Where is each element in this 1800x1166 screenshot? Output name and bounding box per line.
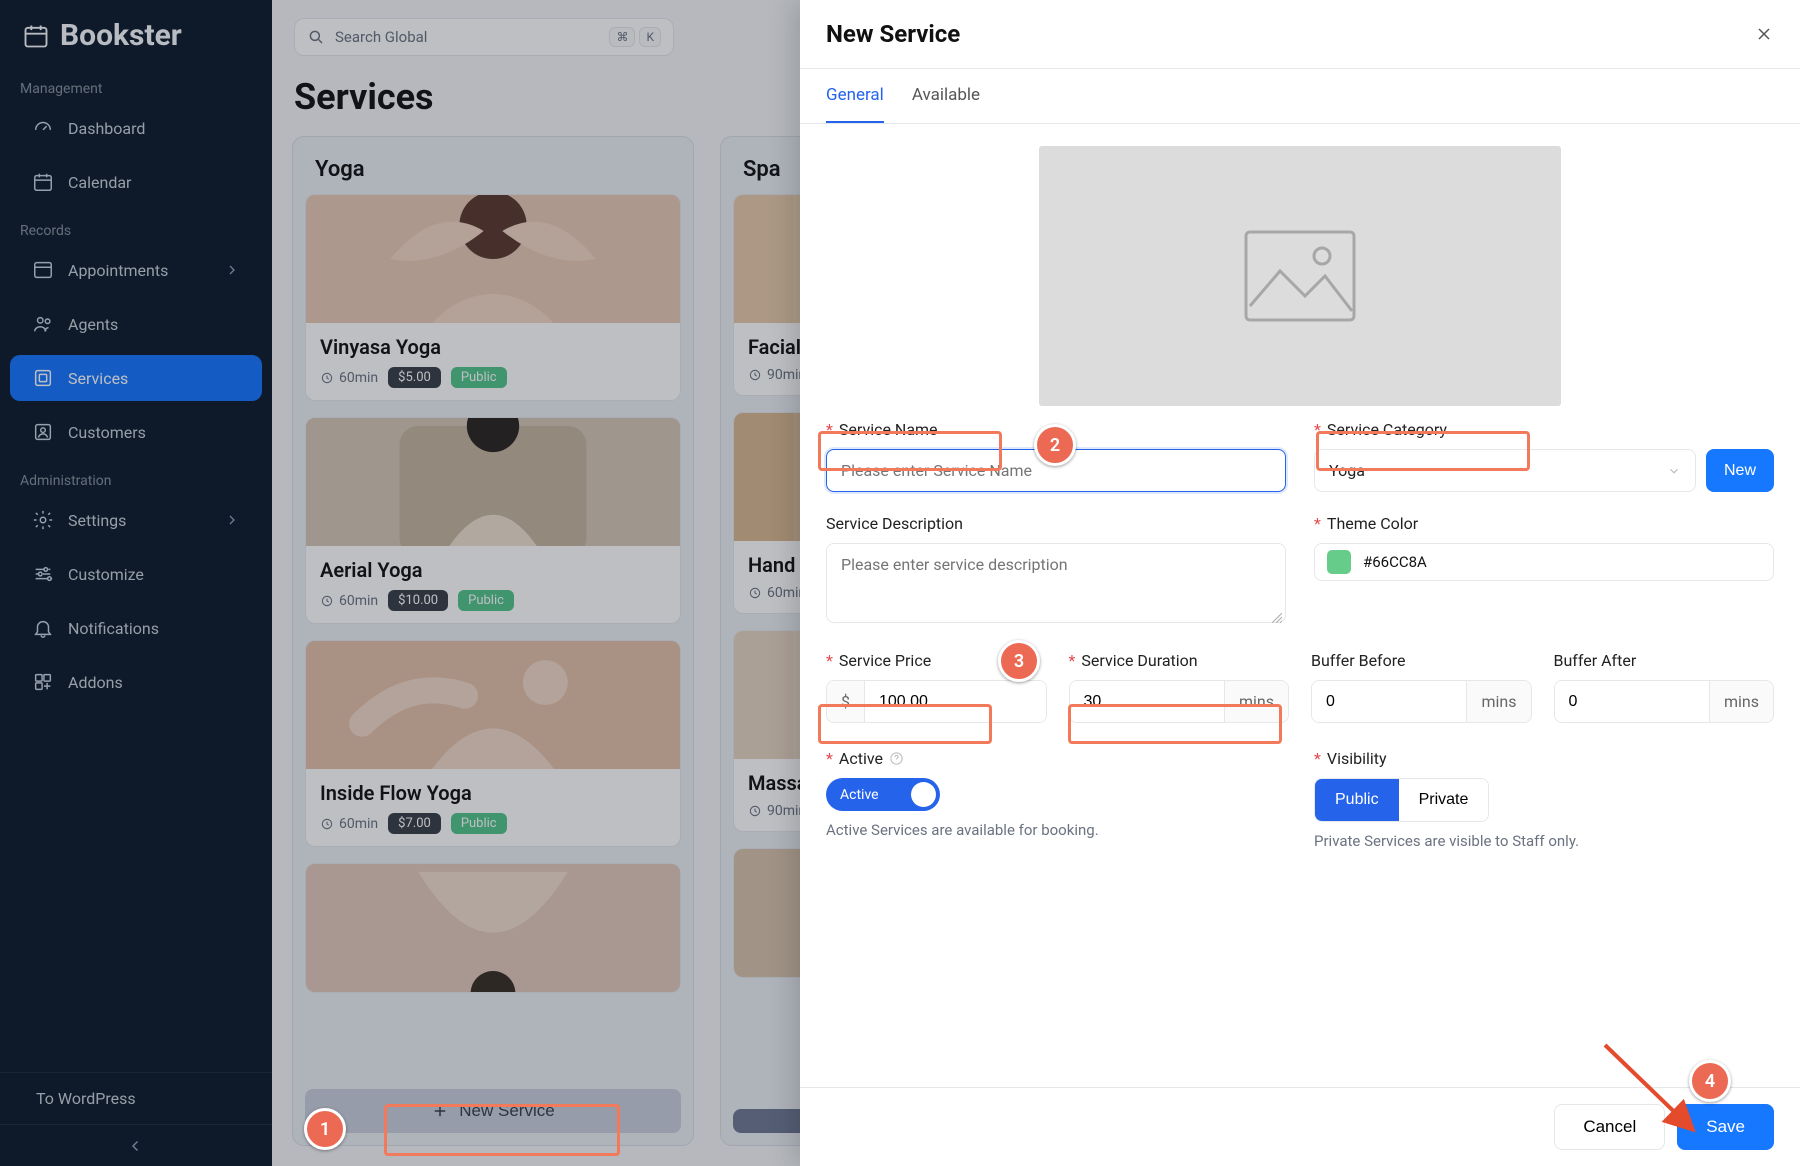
label-service-price: *Service Price [826, 651, 1047, 670]
label-buffer-before: Buffer Before [1311, 651, 1532, 670]
label-visibility: *Visibility [1314, 749, 1774, 768]
service-duration-input[interactable]: mins [1069, 680, 1290, 723]
switch-knob [911, 782, 936, 807]
cancel-button[interactable]: Cancel [1554, 1104, 1665, 1150]
drawer-footer: Cancel Save [800, 1087, 1800, 1166]
field-service-category: *Service Category Yoga New [1314, 420, 1774, 492]
drawer-body: *Service Name *Service Category Yoga New… [800, 124, 1800, 1087]
theme-color-value: #66CC8A [1363, 553, 1427, 571]
field-service-name: *Service Name [826, 420, 1286, 492]
buffer-before-value[interactable] [1312, 681, 1466, 722]
visibility-toggle: Public Private [1314, 778, 1489, 822]
mins-suffix: mins [1224, 681, 1288, 722]
service-description-input[interactable] [826, 543, 1286, 623]
close-icon[interactable] [1754, 24, 1774, 44]
drawer-title: New Service [826, 20, 960, 48]
field-service-duration: *Service Duration mins [1069, 651, 1290, 723]
field-buffer-after: Buffer After mins [1554, 651, 1775, 723]
service-price-input[interactable]: $ [826, 680, 1047, 723]
field-buffer-before: Buffer Before mins [1311, 651, 1532, 723]
resize-grip-icon [1272, 613, 1282, 623]
numeric-row: *Service Price $ *Service Duration mins … [826, 651, 1774, 723]
buffer-after-input[interactable]: mins [1554, 680, 1775, 723]
save-button[interactable]: Save [1677, 1104, 1774, 1150]
duration-value-input[interactable] [1070, 681, 1224, 722]
drawer-tabs: General Available [800, 69, 1800, 124]
field-active: *Active Active Active Services are avail… [826, 749, 1286, 850]
image-upload[interactable] [1039, 146, 1561, 406]
form-grid: *Service Name *Service Category Yoga New… [826, 420, 1774, 627]
active-hint: Active Services are available for bookin… [826, 821, 1286, 839]
service-category-select[interactable]: Yoga [1314, 449, 1696, 492]
tab-general[interactable]: General [826, 69, 884, 123]
active-switch[interactable]: Active [826, 778, 940, 811]
mins-suffix: mins [1709, 681, 1773, 722]
chevron-down-icon [1667, 464, 1681, 478]
label-service-description: Service Description [826, 514, 1286, 533]
label-service-duration: *Service Duration [1069, 651, 1290, 670]
new-service-drawer: New Service General Available *Service N… [800, 0, 1800, 1166]
service-name-input[interactable] [826, 449, 1286, 492]
label-active: *Active [826, 749, 1286, 768]
field-service-description: Service Description [826, 514, 1286, 627]
currency-symbol: $ [827, 681, 865, 722]
field-theme-color: *Theme Color #66CC8A [1314, 514, 1774, 627]
label-service-category: *Service Category [1314, 420, 1774, 439]
field-service-price: *Service Price $ [826, 651, 1047, 723]
visibility-public-button[interactable]: Public [1315, 779, 1399, 821]
tab-available[interactable]: Available [912, 69, 980, 123]
drawer-header: New Service [800, 0, 1800, 69]
bottom-row: *Active Active Active Services are avail… [826, 749, 1774, 850]
buffer-after-value[interactable] [1555, 681, 1709, 722]
visibility-hint: Private Services are visible to Staff on… [1314, 832, 1774, 850]
label-buffer-after: Buffer After [1554, 651, 1775, 670]
price-value-input[interactable] [865, 681, 1046, 722]
label-service-name: *Service Name [826, 420, 1286, 439]
theme-color-input[interactable]: #66CC8A [1314, 543, 1774, 581]
visibility-private-button[interactable]: Private [1399, 779, 1489, 821]
mins-suffix: mins [1466, 681, 1530, 722]
new-category-button[interactable]: New [1706, 449, 1774, 492]
help-icon[interactable] [889, 751, 904, 766]
label-theme-color: *Theme Color [1314, 514, 1774, 533]
buffer-before-input[interactable]: mins [1311, 680, 1532, 723]
color-swatch [1327, 550, 1351, 574]
field-visibility: *Visibility Public Private Private Servi… [1314, 749, 1774, 850]
